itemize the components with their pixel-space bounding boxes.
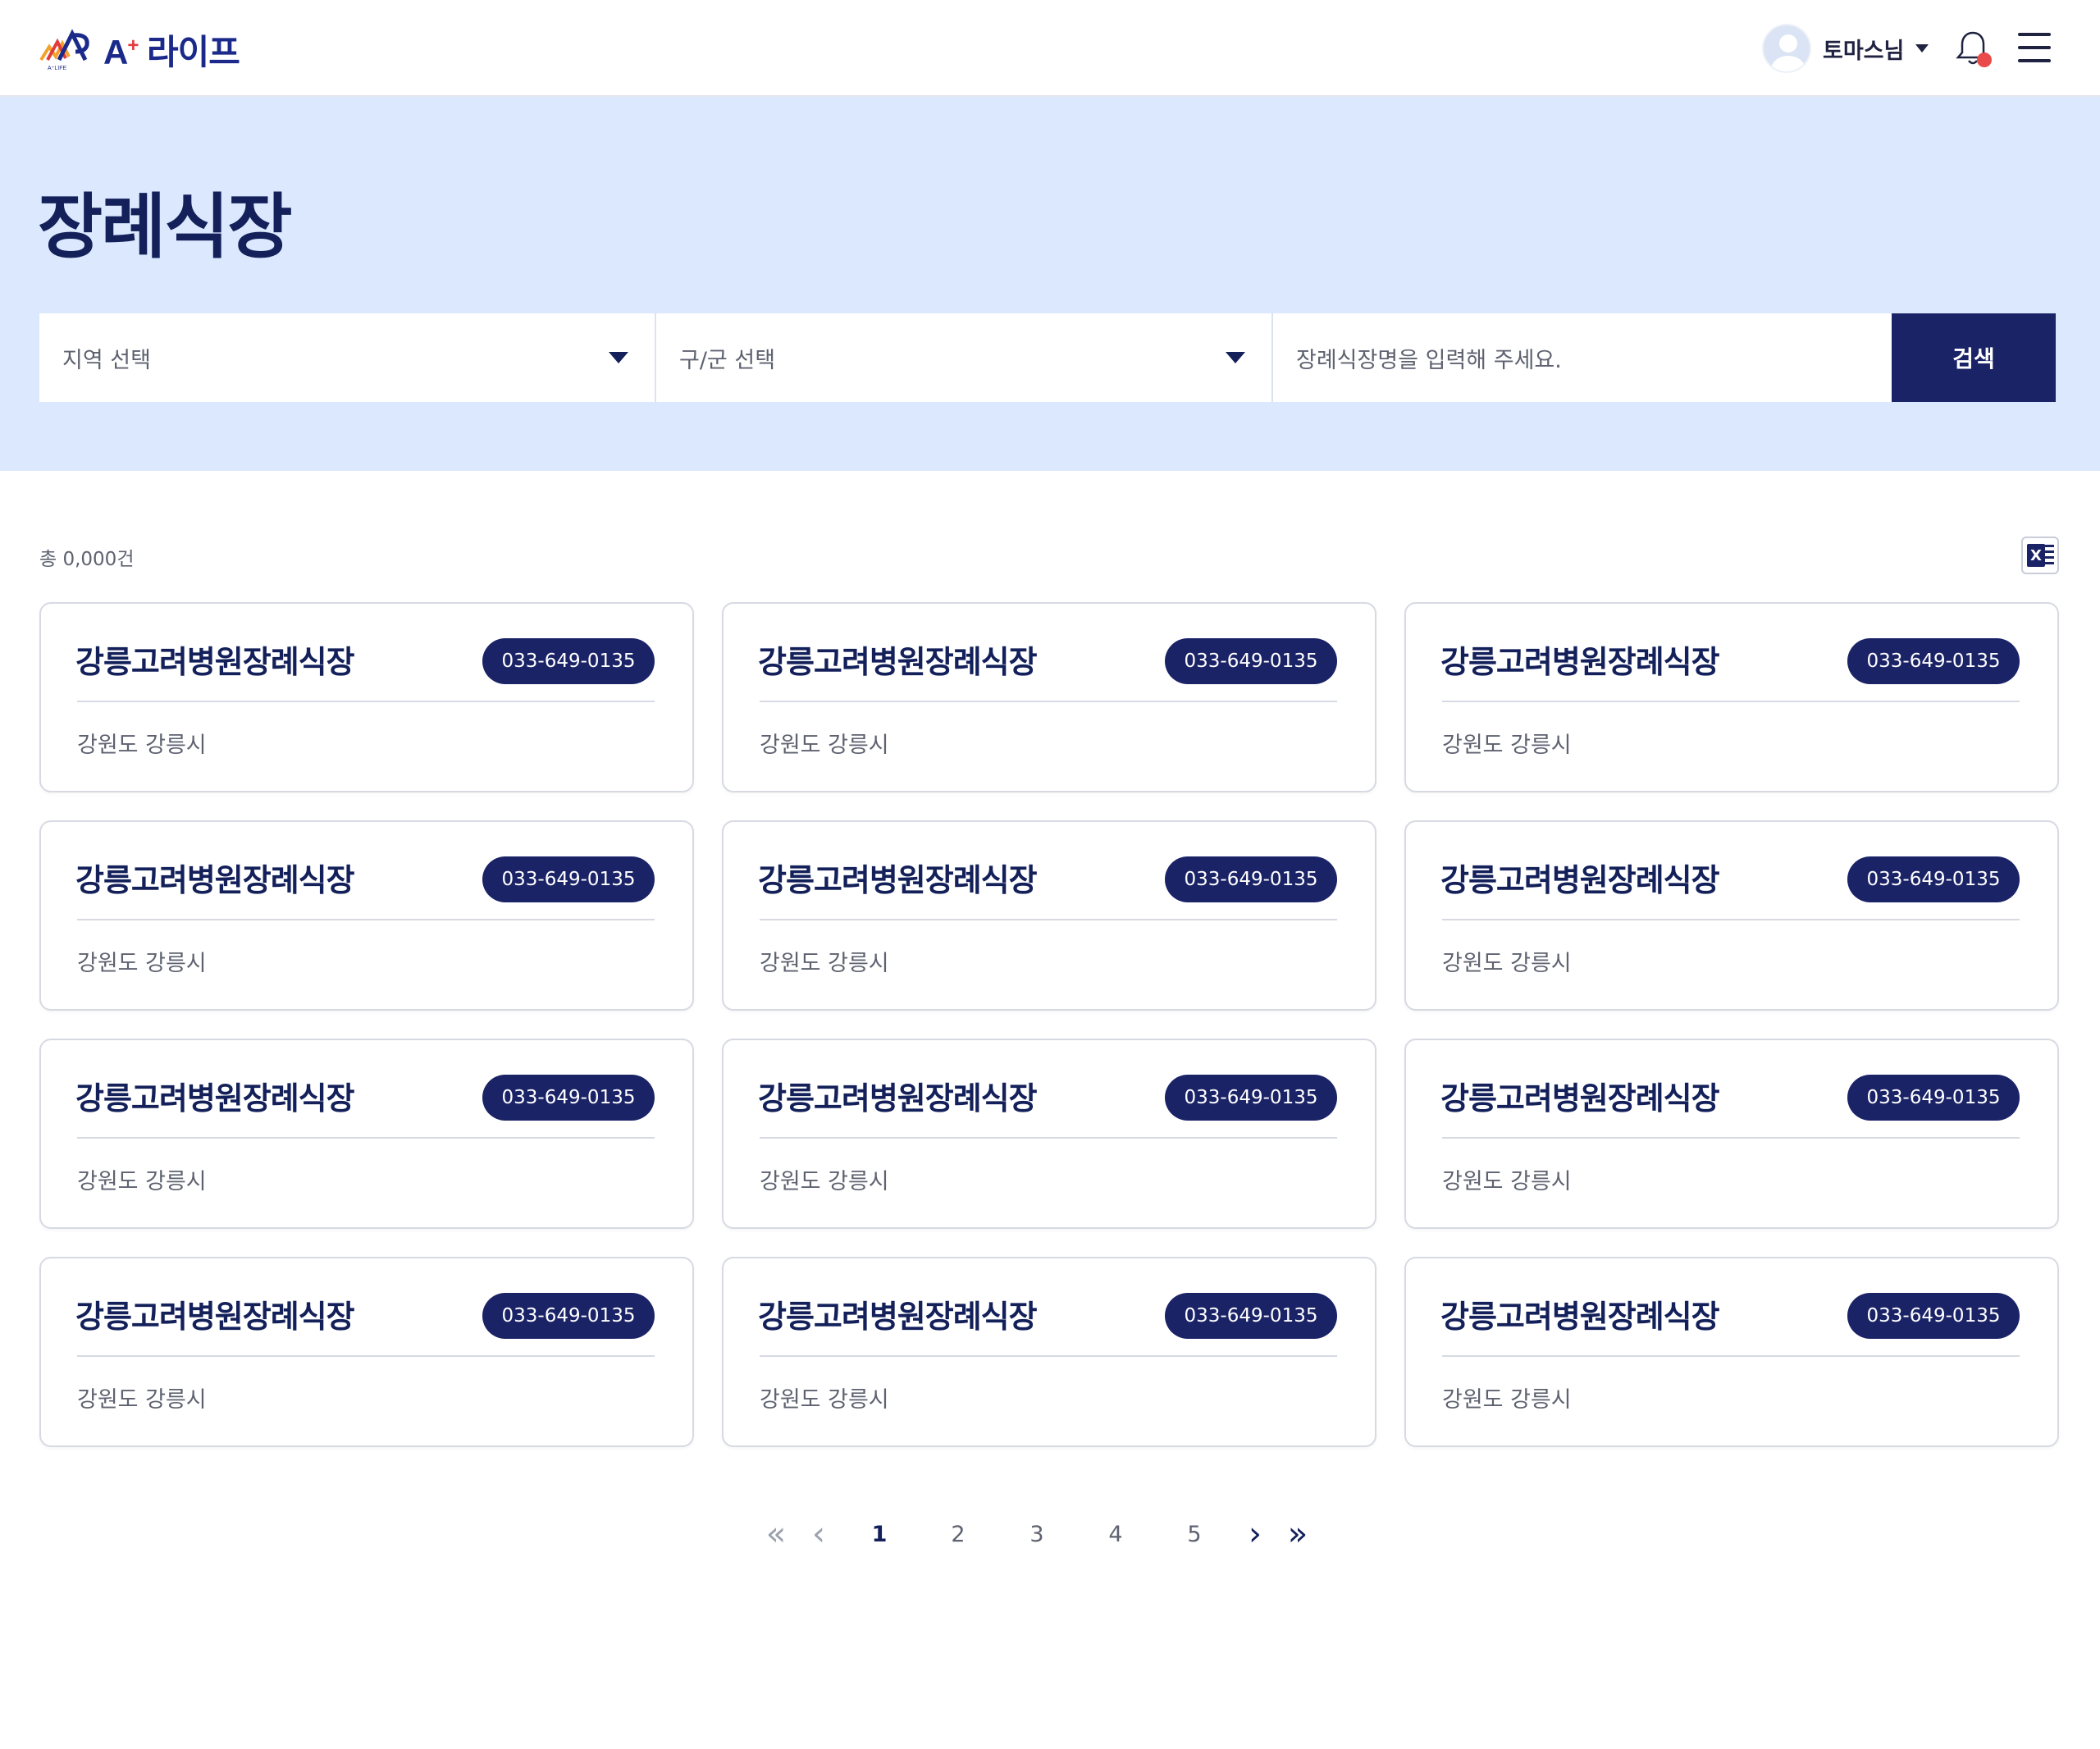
phone-badge[interactable]: 033-649-0135 [482,638,655,684]
chevron-down-icon [1915,44,1929,53]
hall-address: 강원도 강릉시 [1442,951,1572,976]
divider [77,919,655,920]
phone-badge[interactable]: 033-649-0135 [1165,638,1337,684]
hall-name: 강릉고려병원장례식장 [758,1080,1038,1117]
funeral-hall-card[interactable]: 강릉고려병원장례식장 033-649-0135 강원도 강릉시 [39,602,694,792]
funeral-hall-card[interactable]: 강릉고려병원장례식장 033-649-0135 강원도 강릉시 [722,1257,1376,1447]
last-page-icon[interactable]: » [1276,1518,1319,1550]
hall-name: 강릉고려병원장례식장 [75,1299,355,1335]
phone-badge[interactable]: 033-649-0135 [482,1075,655,1121]
hall-name: 강릉고려병원장례식장 [1440,862,1720,898]
funeral-hall-card[interactable]: 강릉고려병원장례식장 033-649-0135 강원도 강릉시 [1404,602,2059,792]
page-4[interactable]: 4 [1076,1522,1155,1547]
district-select-label: 구/군 선택 [679,347,776,373]
first-page-icon[interactable]: « [755,1518,797,1550]
search-input[interactable]: 장례식장명을 입력해 주세요. [1273,313,1892,402]
funeral-hall-card[interactable]: 강릉고려병원장례식장 033-649-0135 강원도 강릉시 [1404,1257,2059,1447]
result-count: 총 0,000건 [39,549,135,570]
phone-badge[interactable]: 033-649-0135 [1847,1075,2020,1121]
phone-badge[interactable]: 033-649-0135 [1165,1293,1337,1339]
next-page-icon[interactable]: › [1234,1518,1276,1550]
divider [760,1137,1337,1139]
funeral-hall-card[interactable]: 강릉고려병원장례식장 033-649-0135 강원도 강릉시 [722,1039,1376,1229]
district-select[interactable]: 구/군 선택 [656,313,1273,402]
logo-sub-text: A⁺LIFE [48,66,66,71]
page-1[interactable]: 1 [840,1522,919,1547]
notification-bell-icon[interactable] [1952,28,1993,69]
prev-page-icon[interactable]: ‹ [797,1518,840,1550]
notification-badge [1977,53,1992,67]
funeral-hall-card[interactable]: 강릉고려병원장례식장 033-649-0135 강원도 강릉시 [722,602,1376,792]
region-select-label: 지역 선택 [62,347,151,373]
funeral-hall-card[interactable]: 강릉고려병원장례식장 033-649-0135 강원도 강릉시 [39,820,694,1011]
hall-name: 강릉고려병원장례식장 [758,862,1038,898]
hall-address: 강원도 강릉시 [77,1387,207,1413]
page-5[interactable]: 5 [1155,1522,1234,1547]
excel-download-icon[interactable]: X [2021,537,2059,574]
avatar [1762,24,1811,73]
hall-name: 강릉고려병원장례식장 [75,1080,355,1117]
search-button[interactable]: 검색 [1892,313,2056,402]
search-bar: 지역 선택 구/군 선택 장례식장명을 입력해 주세요. 검색 [39,313,2061,402]
hall-address: 강원도 강릉시 [1442,1387,1572,1413]
hall-address: 강원도 강릉시 [1442,1169,1572,1194]
divider [1442,701,2020,702]
region-select[interactable]: 지역 선택 [39,313,656,402]
page-2[interactable]: 2 [919,1522,998,1547]
logo[interactable]: A⁺LIFE A+ 라이프 [39,26,240,72]
hall-name: 강릉고려병원장례식장 [75,862,355,898]
search-placeholder: 장례식장명을 입력해 주세요. [1296,347,1562,373]
logo-text: A+ 라이프 [103,32,240,71]
funeral-hall-card[interactable]: 강릉고려병원장례식장 033-649-0135 강원도 강릉시 [1404,820,2059,1011]
top-header: A⁺LIFE A+ 라이프 토마스님 [0,0,2100,97]
page-3[interactable]: 3 [998,1522,1076,1547]
hall-name: 강릉고려병원장례식장 [75,644,355,680]
divider [1442,919,2020,920]
hall-address: 강원도 강릉시 [760,951,889,976]
hall-address: 강원도 강릉시 [77,951,207,976]
hall-name: 강릉고려병원장례식장 [758,644,1038,680]
user-menu[interactable]: 토마스님 [1762,23,1929,74]
hall-address: 강원도 강릉시 [760,733,889,758]
divider [77,1137,655,1139]
phone-badge[interactable]: 033-649-0135 [1847,638,2020,684]
hamburger-menu-icon[interactable] [2018,31,2051,64]
divider [77,1355,655,1357]
user-name: 토마스님 [1823,38,1905,64]
funeral-hall-card[interactable]: 강릉고려병원장례식장 033-649-0135 강원도 강릉시 [39,1039,694,1229]
phone-badge[interactable]: 033-649-0135 [1165,1075,1337,1121]
phone-badge[interactable]: 033-649-0135 [482,1293,655,1339]
funeral-hall-card[interactable]: 강릉고려병원장례식장 033-649-0135 강원도 강릉시 [722,820,1376,1011]
divider [760,701,1337,702]
hall-name: 강릉고려병원장례식장 [1440,1299,1720,1335]
hero-section: 장례식장 지역 선택 구/군 선택 장례식장명을 입력해 주세요. 검색 [0,97,2100,471]
hall-address: 강원도 강릉시 [1442,733,1572,758]
divider [1442,1355,2020,1357]
page-title: 장례식장 [38,186,292,268]
hall-address: 강원도 강릉시 [77,1169,207,1194]
pagination: « ‹ 1 2 3 4 5 › » [755,1509,1319,1559]
hall-address: 강원도 강릉시 [760,1169,889,1194]
dropdown-arrow-icon [1226,352,1245,363]
funeral-hall-card[interactable]: 강릉고려병원장례식장 033-649-0135 강원도 강릉시 [1404,1039,2059,1229]
phone-badge[interactable]: 033-649-0135 [1847,856,2020,902]
divider [760,1355,1337,1357]
divider [1442,1137,2020,1139]
hall-name: 강릉고려병원장례식장 [758,1299,1038,1335]
logo-mark-icon: A⁺LIFE [39,29,89,71]
dropdown-arrow-icon [609,352,628,363]
divider [77,701,655,702]
phone-badge[interactable]: 033-649-0135 [1165,856,1337,902]
hall-address: 강원도 강릉시 [760,1387,889,1413]
phone-badge[interactable]: 033-649-0135 [482,856,655,902]
divider [760,919,1337,920]
funeral-hall-card[interactable]: 강릉고려병원장례식장 033-649-0135 강원도 강릉시 [39,1257,694,1447]
funeral-hall-grid: 강릉고려병원장례식장 033-649-0135 강원도 강릉시 강릉고려병원장례식장 0… [39,602,2061,1447]
phone-badge[interactable]: 033-649-0135 [1847,1293,2020,1339]
hall-address: 강원도 강릉시 [77,733,207,758]
hall-name: 강릉고려병원장례식장 [1440,644,1720,680]
hall-name: 강릉고려병원장례식장 [1440,1080,1720,1117]
